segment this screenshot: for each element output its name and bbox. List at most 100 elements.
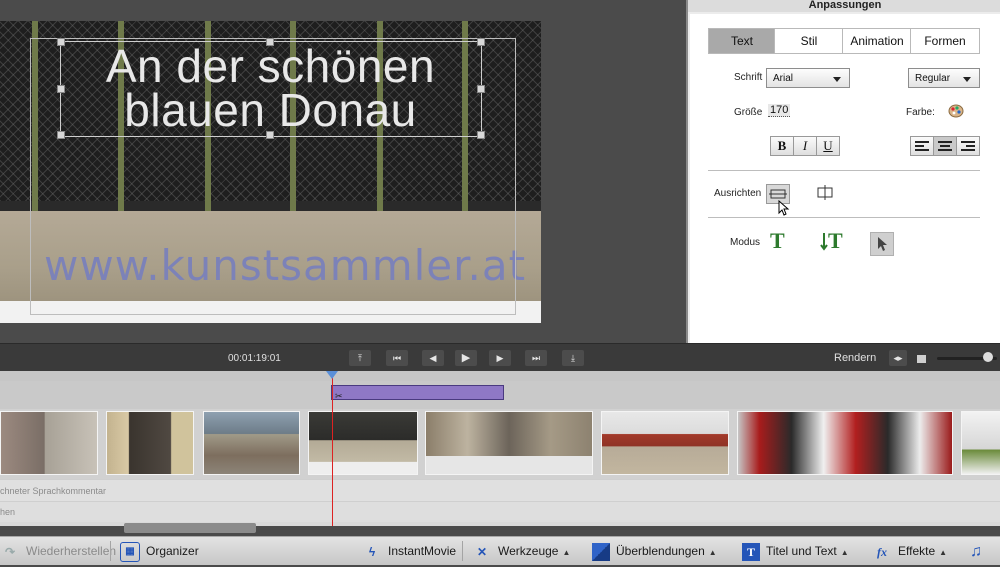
video-clip[interactable] [106,411,194,475]
color-label: Farbe: [906,107,935,118]
title-text-line2[interactable]: blauen Donau [0,87,541,133]
scrollbar-thumb[interactable] [124,523,256,533]
next-edit-icon[interactable]: ⏭ [525,350,547,366]
underline-button[interactable]: U [816,136,840,156]
narration-track: chneter Sprachkommentar [0,479,1000,502]
playhead-line [332,371,333,526]
align-label: Ausrichten [714,188,762,199]
timecode: 00:01:19:01 [228,353,281,364]
titles-button[interactable]: T Titel und Text ▲ [742,537,849,565]
step-back-icon[interactable]: ◀ [422,350,444,366]
tab-formen[interactable]: Formen [910,28,980,54]
tools-button[interactable]: ✕ Werkzeuge ▲ [472,537,570,565]
video-clip[interactable] [0,411,98,475]
transitions-button[interactable]: Überblendungen ▲ [592,537,717,565]
chevron-down-icon [963,77,971,82]
video-clip[interactable] [737,411,953,475]
go-to-start-icon[interactable]: ⤒ [349,350,371,366]
size-label: Größe [734,107,763,118]
preview-frame[interactable]: www.kunstsammler.at An der schönen blaue… [0,21,541,323]
play-icon[interactable]: ▶ [455,350,477,366]
redo-label: Wiederherstellen [26,544,117,558]
titles-label: Titel und Text [766,544,837,558]
caret-icon: ▲ [562,548,571,557]
effects-label: Effekte [898,544,936,558]
effects-button[interactable]: fx Effekte ▲ [872,537,947,565]
playhead-marker[interactable] [326,371,338,379]
go-to-end-icon[interactable]: ⤓ [562,350,584,366]
music-button[interactable]: ♫ [966,537,992,565]
caret-icon: ▲ [840,548,849,557]
render-button[interactable]: Rendern [834,352,876,364]
transitions-label: Überblendungen [616,544,705,558]
instantmovie-button[interactable]: ϟ InstantMovie [362,537,456,565]
mouse-cursor-icon [778,199,790,216]
font-label: Schrift [734,72,763,83]
step-forward-icon[interactable]: ▶ [489,350,511,366]
selection-arrow-icon[interactable] [870,232,894,256]
panel-header: Anpassungen [688,0,1000,12]
zoom-slider-knob[interactable] [983,352,993,362]
panel-body: Text Stil Animation Formen Schrift Arial… [690,14,1000,343]
organizer-button[interactable]: ▦ Organizer [120,537,199,565]
caret-icon: ▲ [939,548,948,557]
narration-track-label: chneter Sprachkommentar [0,486,107,496]
align-center-button[interactable] [933,136,957,156]
video-clip-selected[interactable] [308,411,418,475]
size-field[interactable]: 170 [768,104,791,117]
redo-button[interactable]: ↷ Wiederherstellen [0,537,116,565]
chevron-down-icon [833,77,841,82]
transport-bar: 00:01:19:01 ⤒ ⏮ ◀ ▶ ▶ ⏭ ⤓ Rendern ◂▸ [0,343,1000,372]
transitions-icon [592,542,610,561]
audio-track: hen [0,501,1000,522]
music-icon: ♫ [970,542,982,560]
title-clip-icon: ✂ [335,391,343,401]
align-right-button[interactable] [956,136,980,156]
instantmovie-label: InstantMovie [388,544,457,558]
title-icon: T [742,542,760,561]
tools-label: Werkzeuge [498,544,559,558]
tab-stil[interactable]: Stil [774,28,844,54]
preview-area: www.kunstsammler.at An der schönen blaue… [0,0,686,343]
tab-animation[interactable]: Animation [842,28,912,54]
italic-button[interactable]: I [793,136,817,156]
fit-timeline-icon[interactable]: ◂▸ [889,350,907,366]
zoom-out-icon[interactable] [917,355,926,363]
bold-button[interactable]: B [770,136,794,156]
fx-icon: fx [877,544,887,559]
video-track [0,409,1000,479]
tab-text[interactable]: Text [708,28,776,54]
lightning-icon: ϟ [368,544,376,559]
organizer-icon: ▦ [120,541,140,562]
font-style-dropdown[interactable]: Regular [908,68,980,88]
adjustments-panel: Anpassungen Text Stil Animation Formen S… [686,0,1000,343]
organizer-label: Organizer [146,544,199,558]
font-dropdown[interactable]: Arial [766,68,850,88]
horizontal-text-icon[interactable]: T [770,228,785,254]
divider [708,217,980,218]
time-ruler[interactable] [0,371,1000,381]
title-clip[interactable]: ✂ [331,385,504,401]
mode-label: Modus [730,237,761,248]
align-left-button[interactable] [910,136,934,156]
divider [708,170,980,171]
caret-icon: ▲ [708,548,717,557]
redo-icon: ↷ [4,544,16,559]
vertical-text-T: T [828,228,843,253]
title-text-line1[interactable]: An der schönen [0,43,541,89]
divider [462,541,463,561]
align-vertical-center-icon[interactable] [814,184,836,202]
palette-icon[interactable] [948,104,964,118]
font-value: Arial [773,73,794,84]
video-clip[interactable] [601,411,729,475]
audio-track-label: hen [0,507,16,517]
tools-icon: ✕ [476,544,488,559]
action-bar: ↷ Wiederherstellen ▦ Organizer ϟ InstantMov… [0,536,1000,565]
video-clip[interactable] [961,411,1000,475]
timeline: ✂ chneter Sprachkommentar hen [0,371,1000,533]
video-clip[interactable] [425,411,593,475]
video-clip[interactable] [203,411,300,475]
previous-edit-icon[interactable]: ⏮ [386,350,408,366]
font-style-value: Regular [915,73,951,84]
divider [110,541,111,561]
